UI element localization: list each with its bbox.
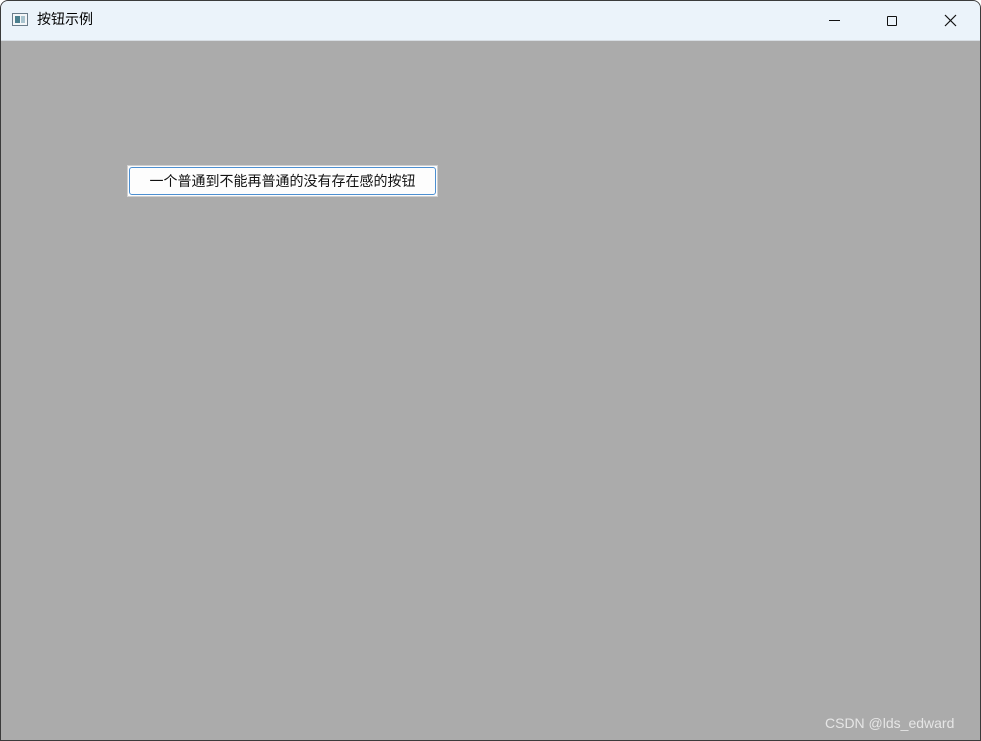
plain-push-button[interactable]: 一个普通到不能再普通的没有存在感的按钮 [127, 165, 438, 197]
title-bar[interactable]: 按钮示例 [1, 1, 980, 41]
app-window-icon [12, 13, 28, 26]
maximize-icon [887, 15, 897, 26]
maximize-button[interactable] [863, 1, 921, 40]
application-window: 按钮示例 一个普通到不能再普通的没有存在感的按钮 [0, 0, 981, 741]
client-area: 一个普通到不能再普通的没有存在感的按钮 [1, 41, 980, 740]
window-title: 按钮示例 [37, 12, 93, 28]
close-icon [944, 14, 956, 27]
close-button[interactable] [921, 1, 979, 40]
minimize-icon [828, 20, 840, 21]
push-button-label: 一个普通到不能再普通的没有存在感的按钮 [129, 167, 436, 195]
watermark-text: CSDN @lds_edward [825, 715, 955, 731]
minimize-button[interactable] [805, 1, 863, 40]
